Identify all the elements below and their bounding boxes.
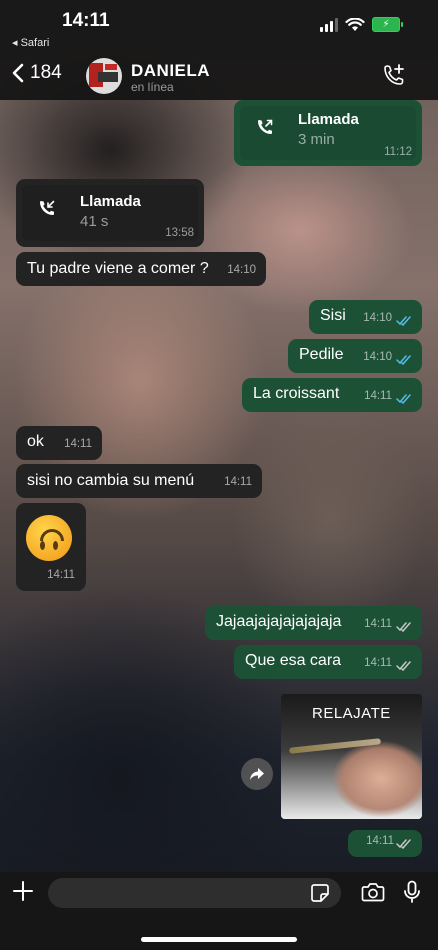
back-button[interactable]: 184 <box>12 62 62 84</box>
forward-icon <box>250 768 264 780</box>
message-time: 14:11 <box>364 390 392 402</box>
message-input[interactable] <box>48 878 341 908</box>
forward-button[interactable] <box>241 758 273 790</box>
call-duration: 3 min <box>298 131 335 148</box>
message-text: Tu padre viene a comer ? <box>27 260 209 277</box>
sticker-icon[interactable] <box>310 883 330 903</box>
message-text: Sisi <box>320 307 346 324</box>
message-time: 14:11 <box>364 657 392 669</box>
status-icons: ⚡ <box>320 17 403 32</box>
message-text: sisi no cambia su menú <box>27 472 195 489</box>
message-text: Que esa cara <box>245 652 342 669</box>
message-time: 14:10 <box>363 351 392 363</box>
message-time: 14:11 <box>64 438 92 450</box>
message-outgoing[interactable]: La croissant 14:11 <box>242 378 422 412</box>
message-time: 14:10 <box>227 264 256 276</box>
add-call-icon[interactable] <box>382 63 406 87</box>
back-to-app-link[interactable]: ◂ Safari <box>12 36 49 49</box>
message-incoming[interactable]: sisi no cambia su menú 14:11 <box>16 464 262 498</box>
attach-plus-icon[interactable] <box>12 880 34 902</box>
message-outgoing[interactable]: Que esa cara 14:11 <box>234 645 422 679</box>
message-time: 14:11 <box>224 476 252 488</box>
upside-down-face-emoji <box>26 515 72 561</box>
home-indicator[interactable] <box>141 937 297 942</box>
read-receipt-icon <box>396 316 411 326</box>
delivered-receipt-icon <box>396 839 411 849</box>
avatar[interactable] <box>86 58 122 94</box>
battery-charging-icon: ⚡ <box>372 17 403 32</box>
message-incoming[interactable]: Tu padre viene a comer ? 14:10 <box>16 252 266 286</box>
call-message-incoming[interactable]: Llamada 41 s 13:58 <box>16 179 204 247</box>
message-incoming[interactable]: ok 14:11 <box>16 426 102 460</box>
call-message-outgoing[interactable]: Llamada 3 min 11:12 <box>234 100 422 166</box>
message-time: 14:10 <box>363 312 392 324</box>
call-title: Llamada <box>80 193 141 210</box>
message-outgoing[interactable]: Sisi 14:10 <box>309 300 422 334</box>
unread-count: 184 <box>30 62 62 83</box>
camera-icon[interactable] <box>361 882 385 902</box>
contact-status: en línea <box>131 80 174 94</box>
sticker-caption: RELAJATE <box>312 705 391 722</box>
contact-name[interactable]: DANIELA <box>131 61 210 81</box>
message-outgoing[interactable]: Pedile 14:10 <box>288 339 422 373</box>
call-title: Llamada <box>298 111 359 128</box>
microphone-icon[interactable] <box>403 880 421 904</box>
incoming-call-icon <box>40 200 55 215</box>
message-time: 14:11 <box>366 835 394 847</box>
message-time: 13:58 <box>165 227 194 239</box>
message-text: La croissant <box>253 385 340 402</box>
read-receipt-icon <box>396 394 411 404</box>
message-time: 14:11 <box>364 618 392 630</box>
delivered-receipt-icon <box>396 661 411 671</box>
message-text: Jajaajajajajajajaja <box>216 613 342 630</box>
message-outgoing[interactable]: Jajaajajajajajajaja 14:11 <box>205 606 422 640</box>
wifi-icon <box>345 17 365 31</box>
read-receipt-icon <box>396 355 411 365</box>
chevron-left-icon <box>12 63 24 83</box>
sticker-image[interactable]: RELAJATE <box>281 694 422 819</box>
sticker-time-badge: 14:11 <box>348 830 422 857</box>
message-time: 11:12 <box>384 146 412 158</box>
message-time: 14:11 <box>47 569 75 581</box>
call-duration: 41 s <box>80 213 109 230</box>
delivered-receipt-icon <box>396 622 411 632</box>
outgoing-call-icon <box>258 119 273 134</box>
cellular-signal-icon <box>320 17 338 32</box>
message-text: ok <box>27 433 44 450</box>
message-incoming-emoji[interactable]: 14:11 <box>16 503 86 591</box>
message-text: Pedile <box>299 346 344 363</box>
status-time: 14:11 <box>62 10 110 31</box>
